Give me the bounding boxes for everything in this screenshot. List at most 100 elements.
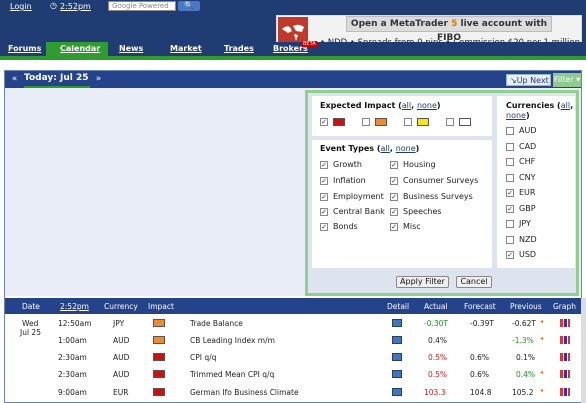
event-label: Speeches bbox=[403, 207, 442, 216]
impact-medium-checkbox[interactable] bbox=[362, 118, 370, 126]
search-button[interactable]: 🔍 bbox=[178, 1, 200, 11]
apply-filter-button[interactable]: Apply Filter bbox=[396, 276, 449, 288]
ad-title[interactable]: Open a MetaTrader 5 live account with FI… bbox=[346, 16, 552, 43]
currency-label: JPY bbox=[519, 219, 531, 228]
currency-label: CNY bbox=[519, 172, 536, 182]
row-previous: 0.1% bbox=[516, 353, 536, 362]
event-checkbox[interactable]: ✓ bbox=[320, 161, 328, 169]
revised-icon: ◂ bbox=[540, 335, 544, 342]
col-detail: Detail bbox=[387, 302, 410, 311]
event-checkbox[interactable]: ✓ bbox=[320, 177, 328, 185]
up-next-button[interactable]: ↘Up Next bbox=[506, 74, 551, 86]
row-currency: AUD bbox=[113, 370, 130, 379]
col-forecast: Forecast bbox=[464, 302, 496, 311]
detail-icon[interactable] bbox=[392, 319, 402, 327]
time-link[interactable]: 2:52pm bbox=[60, 2, 91, 11]
revised-icon: ◂ bbox=[540, 387, 544, 394]
currency-label: USD bbox=[519, 250, 537, 259]
row-event[interactable]: CB Leading Index m/m bbox=[190, 336, 275, 345]
currency-label: GBP bbox=[519, 203, 536, 213]
currency-label: EUR bbox=[519, 188, 536, 197]
scrollbar[interactable] bbox=[581, 298, 586, 403]
impact-high-checkbox[interactable]: ✓ bbox=[320, 118, 328, 126]
currency-aud-checkbox[interactable] bbox=[506, 127, 514, 135]
impact-none-link[interactable]: none bbox=[417, 101, 437, 110]
nav-trades[interactable]: Trades bbox=[224, 44, 254, 53]
graph-icon[interactable] bbox=[560, 388, 570, 396]
event-label: Bonds bbox=[333, 222, 358, 231]
currencies-none-link[interactable]: none bbox=[506, 111, 526, 120]
event-label: Employment bbox=[333, 192, 384, 201]
col-time[interactable]: 2:52pm bbox=[60, 302, 89, 311]
currency-chf-checkbox[interactable] bbox=[506, 158, 514, 166]
row-event[interactable]: Trade Balance bbox=[190, 319, 243, 328]
event-checkbox[interactable]: ✓ bbox=[390, 193, 398, 201]
row-actual: 0.5% bbox=[428, 353, 448, 362]
event-label: Misc bbox=[403, 222, 421, 231]
event-checkbox[interactable]: ✓ bbox=[390, 161, 398, 169]
search-input[interactable]: Google Powered bbox=[108, 1, 176, 11]
filter-button[interactable]: Filter ▾ bbox=[553, 73, 581, 87]
currency-cad-checkbox[interactable] bbox=[506, 142, 514, 151]
event-checkbox[interactable]: ✓ bbox=[320, 208, 328, 216]
row-previous: 0.4% bbox=[516, 370, 536, 379]
prev-day-button[interactable]: « bbox=[8, 72, 21, 87]
graph-icon[interactable] bbox=[560, 336, 570, 344]
impact-all-link[interactable]: all bbox=[402, 101, 411, 110]
nav-market[interactable]: Market bbox=[170, 44, 202, 53]
row-event[interactable]: Trimmed Mean CPI q/q bbox=[190, 370, 274, 379]
event-checkbox[interactable]: ✓ bbox=[320, 223, 328, 231]
impact-medium-icon bbox=[375, 118, 387, 126]
event-checkbox[interactable]: ✓ bbox=[390, 177, 398, 185]
event-checkbox[interactable]: ✓ bbox=[390, 223, 398, 231]
login-link[interactable]: Login bbox=[10, 2, 32, 11]
date-value: Jul 25 bbox=[20, 328, 41, 337]
impact-non-economic-icon bbox=[459, 118, 471, 126]
next-day-button[interactable]: » bbox=[92, 72, 105, 87]
arrow-icon: ↘ bbox=[510, 76, 517, 85]
today-label[interactable]: Today: Jul 25 bbox=[24, 73, 88, 83]
event-label: Growth bbox=[333, 160, 362, 169]
row-event[interactable]: German Ifo Business Climate bbox=[190, 388, 299, 397]
row-currency: EUR bbox=[113, 388, 129, 397]
graph-icon[interactable] bbox=[560, 370, 570, 378]
currency-label: CAD bbox=[519, 141, 537, 151]
nav-calendar[interactable]: Calendar bbox=[60, 44, 100, 53]
impact-non-economic-checkbox[interactable] bbox=[446, 118, 454, 126]
currency-jpy-checkbox[interactable] bbox=[506, 220, 514, 228]
currency-gbp-checkbox[interactable]: ✓ bbox=[506, 204, 514, 213]
clock-icon: ◷ bbox=[50, 1, 57, 10]
nav-news[interactable]: News bbox=[119, 44, 143, 53]
col-previous: Previous bbox=[510, 302, 542, 311]
event-label: Business Surveys bbox=[403, 192, 473, 201]
event-checkbox[interactable]: ✓ bbox=[390, 208, 398, 216]
event-checkbox[interactable]: ✓ bbox=[320, 193, 328, 201]
row-currency: JPY bbox=[113, 319, 125, 328]
row-time: 9:00am bbox=[58, 388, 87, 397]
detail-icon[interactable] bbox=[392, 353, 402, 361]
events-none-link[interactable]: none bbox=[396, 144, 416, 153]
currency-cny-checkbox[interactable] bbox=[506, 173, 514, 182]
impact-low-checkbox[interactable] bbox=[404, 118, 412, 126]
currency-eur-checkbox[interactable]: ✓ bbox=[506, 189, 514, 197]
graph-icon[interactable] bbox=[560, 319, 570, 327]
row-event[interactable]: CPI q/q bbox=[190, 353, 216, 362]
events-all-link[interactable]: all bbox=[381, 144, 390, 153]
detail-icon[interactable] bbox=[392, 336, 402, 344]
revised-icon: ◂ bbox=[540, 318, 544, 325]
currency-usd-checkbox[interactable]: ✓ bbox=[506, 251, 514, 259]
chevron-down-icon: ▾ bbox=[576, 75, 581, 84]
impact-high-icon bbox=[333, 118, 345, 126]
row-previous: -0.62T bbox=[512, 319, 536, 328]
impact-high-icon bbox=[153, 353, 165, 361]
row-time: 1:00am bbox=[58, 336, 87, 345]
cancel-button[interactable]: Cancel bbox=[456, 276, 492, 288]
detail-icon[interactable] bbox=[392, 370, 402, 378]
row-actual: 0.5% bbox=[428, 370, 448, 379]
event-label: Consumer Surveys bbox=[403, 176, 479, 185]
currencies-all-link[interactable]: all bbox=[561, 101, 570, 110]
graph-icon[interactable] bbox=[560, 353, 570, 361]
nav-forums[interactable]: Forums bbox=[8, 44, 41, 53]
detail-icon[interactable] bbox=[392, 388, 402, 396]
currency-nzd-checkbox[interactable] bbox=[506, 235, 514, 244]
